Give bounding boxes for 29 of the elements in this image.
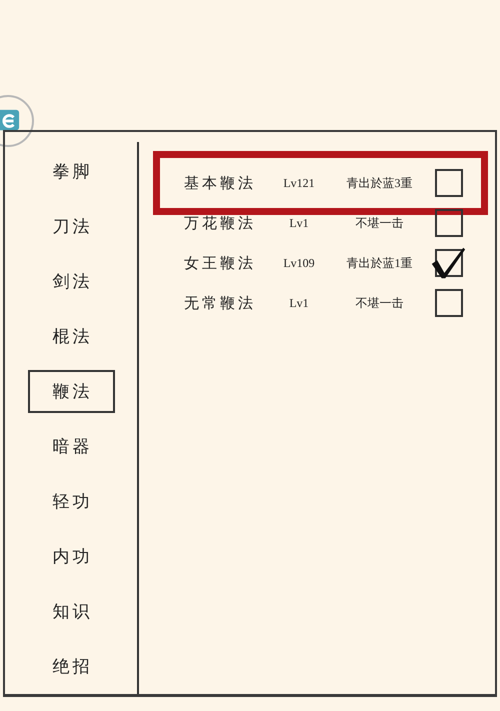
skill-row[interactable]: 无常鞭法 Lv1 不堪一击	[165, 283, 476, 323]
category-tab[interactable]: 暗器	[28, 425, 114, 468]
skill-row[interactable]: 女王鞭法 Lv109 青出於蓝1重	[165, 243, 476, 283]
skill-name: 女王鞭法	[184, 254, 257, 272]
checkbox[interactable]	[435, 289, 463, 317]
skill-level: Lv1	[288, 296, 310, 310]
skill-level: Lv121	[282, 176, 316, 190]
skill-rank: 不堪一击	[354, 214, 404, 232]
highlight-frame[interactable]: 基本鞭法 Lv121 青出於蓝3重	[165, 163, 476, 203]
category-tab[interactable]: 鞭法	[28, 370, 114, 413]
skill-rank: 青出於蓝3重	[346, 174, 414, 192]
category-tab[interactable]: 拳脚	[28, 150, 114, 193]
skill-name: 万花鞭法	[184, 214, 257, 232]
category-tab[interactable]: 轻功	[28, 480, 114, 523]
category-tab[interactable]: 绝招	[28, 645, 114, 688]
category-tab[interactable]: 知识	[28, 590, 114, 633]
skill-level: Lv1	[288, 216, 310, 230]
skill-level: Lv109	[282, 256, 316, 270]
skill-name: 无常鞭法	[184, 294, 257, 312]
category-tab[interactable]: 内功	[28, 535, 114, 578]
category-tab[interactable]: 刀法	[28, 205, 114, 248]
category-tab[interactable]: 棍法	[28, 315, 114, 358]
checkbox[interactable]	[435, 169, 463, 197]
skill-rank: 不堪一击	[354, 294, 404, 312]
skill-rank: 青出於蓝1重	[346, 254, 414, 272]
category-tab[interactable]: 剑法	[28, 260, 114, 303]
checkbox[interactable]	[435, 209, 463, 237]
skill-row[interactable]: 万花鞭法 Lv1 不堪一击	[165, 203, 476, 243]
skill-name: 基本鞭法	[184, 174, 257, 192]
